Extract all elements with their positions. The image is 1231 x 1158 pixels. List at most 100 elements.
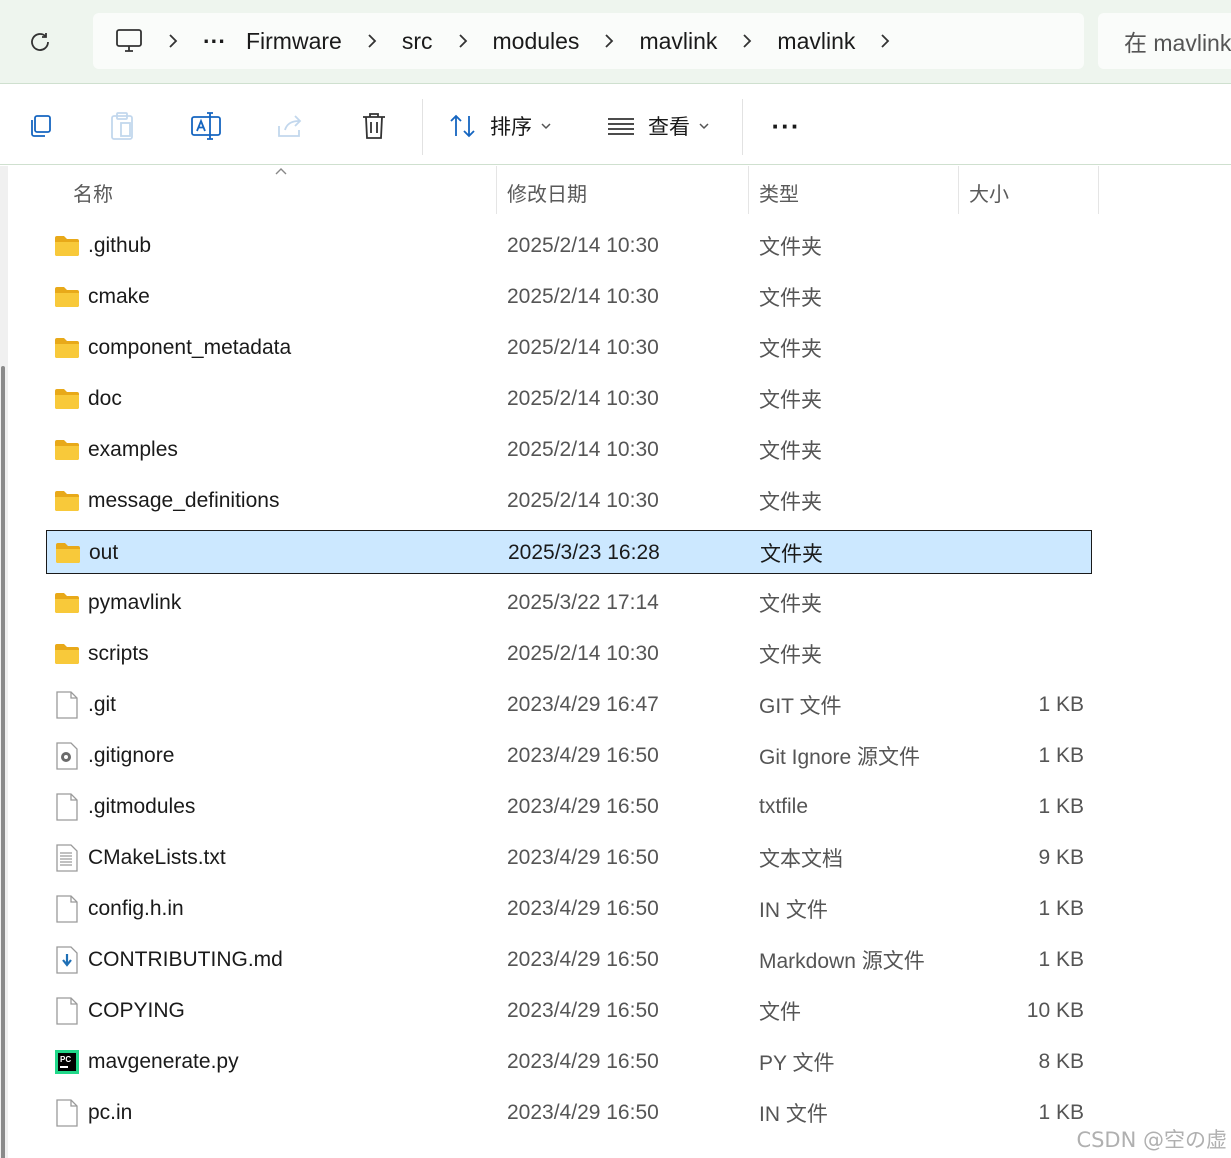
- chevron-right-icon[interactable]: [879, 33, 891, 49]
- file-date: 2025/2/14 10:30: [507, 489, 659, 512]
- copy-button[interactable]: [22, 105, 58, 147]
- file-date: 2023/4/29 16:50: [507, 846, 659, 869]
- file-name: examples: [88, 438, 178, 461]
- file-type: 文件夹: [760, 543, 823, 566]
- chevron-right-icon[interactable]: [741, 33, 753, 49]
- file-row-selected[interactable]: out 2025/3/23 16:28 文件夹: [46, 530, 1092, 574]
- file-row[interactable]: .gitignore 2023/4/29 16:50 Git Ignore 源文件 1…: [46, 734, 1092, 778]
- file-row[interactable]: .github 2025/2/14 10:30 文件夹: [46, 224, 1092, 268]
- file-row[interactable]: pymavlink 2025/3/22 17:14 文件夹: [46, 581, 1092, 625]
- file-type: GIT 文件: [759, 695, 842, 718]
- breadcrumb-modules[interactable]: modules: [493, 28, 580, 55]
- file-row[interactable]: COPYING 2023/4/29 16:50 文件 10 KB: [46, 989, 1092, 1033]
- file-name: pc.in: [88, 1101, 133, 1124]
- sort-ascending-icon: [275, 168, 287, 175]
- sort-icon: [450, 114, 475, 138]
- file-size: 1 KB: [1038, 795, 1084, 818]
- breadcrumb-mavlink-current[interactable]: mavlink: [777, 28, 855, 55]
- more-options-button[interactable]: ···: [766, 105, 806, 147]
- column-date-header[interactable]: 修改日期: [507, 178, 587, 207]
- column-size-header[interactable]: 大小: [969, 178, 1009, 207]
- file-date: 2025/2/14 10:30: [507, 642, 659, 665]
- column-type-header[interactable]: 类型: [759, 178, 799, 207]
- file-row[interactable]: config.h.in 2023/4/29 16:50 IN 文件 1 KB: [46, 887, 1092, 931]
- breadcrumb-mavlink[interactable]: mavlink: [639, 28, 717, 55]
- file-name: mavgenerate.py: [88, 1050, 239, 1073]
- file-size: 1 KB: [1038, 948, 1084, 971]
- file-row[interactable]: CMakeLists.txt 2023/4/29 16:50 文本文档 9 KB: [46, 836, 1092, 880]
- file-row[interactable]: CONTRIBUTING.md 2023/4/29 16:50 Markdown 源…: [46, 938, 1092, 982]
- breadcrumb-label: mavlink: [639, 27, 718, 54]
- file-name: CONTRIBUTING.md: [88, 948, 283, 971]
- file-row[interactable]: doc 2025/2/14 10:30 文件夹: [46, 377, 1092, 421]
- delete-button[interactable]: [356, 105, 392, 147]
- file-name: .github: [88, 234, 152, 257]
- this-pc-button[interactable]: [115, 28, 143, 54]
- search-input[interactable]: 在 mavlink: [1098, 13, 1231, 69]
- chevron-right-icon[interactable]: [457, 33, 469, 49]
- scrollbar-thumb[interactable]: [1, 366, 5, 1158]
- file-date: 2025/2/14 10:30: [507, 234, 659, 257]
- file-name: component_metadata: [88, 336, 292, 359]
- file-type: 文件: [759, 1001, 801, 1024]
- column-divider[interactable]: [1098, 166, 1099, 214]
- file-date: 2023/4/29 16:50: [507, 1101, 659, 1124]
- markdown-file-icon: [54, 946, 80, 974]
- vertical-scrollbar[interactable]: [0, 166, 8, 1158]
- chevron-right-icon[interactable]: [603, 33, 615, 49]
- folder-icon: [54, 640, 80, 668]
- file-size: 1 KB: [1038, 897, 1084, 920]
- file-date: 2023/4/29 16:50: [507, 948, 659, 971]
- chevron-right-icon[interactable]: [366, 33, 378, 49]
- view-button[interactable]: 查看: [606, 105, 718, 147]
- rename-button[interactable]: [188, 105, 224, 147]
- paste-icon: [111, 112, 133, 140]
- folder-icon: [54, 334, 80, 362]
- file-type: 文件夹: [759, 236, 822, 259]
- refresh-icon: [31, 33, 49, 51]
- file-date: 2025/3/22 17:14: [507, 591, 659, 614]
- breadcrumb[interactable]: ··· Firmware src modules mavlink mavlink: [93, 13, 1084, 69]
- file-date: 2023/4/29 16:50: [507, 744, 659, 767]
- file-row[interactable]: PC mavgenerate.py 2023/4/29 16:50 PY 文件 8 KB: [46, 1040, 1092, 1084]
- blank-file-icon: [54, 1099, 80, 1127]
- file-row[interactable]: .gitmodules 2023/4/29 16:50 txtfile 1 KB: [46, 785, 1092, 829]
- ellipsis-label: ···: [203, 27, 226, 54]
- file-name: out: [89, 541, 119, 564]
- file-name: cmake: [88, 285, 150, 308]
- file-size: 9 KB: [1038, 846, 1084, 869]
- column-divider[interactable]: [748, 166, 749, 214]
- computer-icon: [116, 29, 142, 52]
- file-size: 10 KB: [1026, 999, 1084, 1022]
- file-type: PY 文件: [759, 1052, 835, 1075]
- blank-file-icon: [54, 895, 80, 923]
- blank-file-icon: [54, 793, 80, 821]
- file-row[interactable]: component_metadata 2025/2/14 10:30 文件夹: [46, 326, 1092, 370]
- blank-file-icon: [54, 997, 80, 1025]
- breadcrumb-ellipsis[interactable]: ···: [203, 28, 226, 55]
- file-name: scripts: [88, 642, 149, 665]
- refresh-button[interactable]: [22, 24, 58, 60]
- file-row[interactable]: cmake 2025/2/14 10:30 文件夹: [46, 275, 1092, 319]
- file-row[interactable]: message_definitions 2025/2/14 10:30 文件夹: [46, 479, 1092, 523]
- folder-icon: [54, 385, 80, 413]
- file-row[interactable]: pc.in 2023/4/29 16:50 IN 文件 1 KB: [46, 1091, 1092, 1135]
- file-size: 1 KB: [1038, 693, 1084, 716]
- column-divider[interactable]: [496, 166, 497, 214]
- breadcrumb-src[interactable]: src: [402, 28, 433, 55]
- file-date: 2023/4/29 16:50: [507, 999, 659, 1022]
- breadcrumb-firmware[interactable]: Firmware: [246, 28, 342, 55]
- file-date: 2023/4/29 16:50: [507, 897, 659, 920]
- column-header-row: 名称 修改日期 类型 大小: [20, 166, 1100, 214]
- svg-text:PC: PC: [60, 1055, 71, 1064]
- paste-button[interactable]: [104, 105, 140, 147]
- chevron-right-icon[interactable]: [167, 33, 179, 49]
- sort-button[interactable]: 排序: [448, 105, 560, 147]
- file-row[interactable]: examples 2025/2/14 10:30 文件夹: [46, 428, 1092, 472]
- file-row[interactable]: .git 2023/4/29 16:47 GIT 文件 1 KB: [46, 683, 1092, 727]
- share-button[interactable]: [272, 105, 308, 147]
- column-divider[interactable]: [958, 166, 959, 214]
- file-row[interactable]: scripts 2025/2/14 10:30 文件夹: [46, 632, 1092, 676]
- rename-icon: [191, 112, 221, 140]
- column-name-header[interactable]: 名称: [73, 178, 113, 207]
